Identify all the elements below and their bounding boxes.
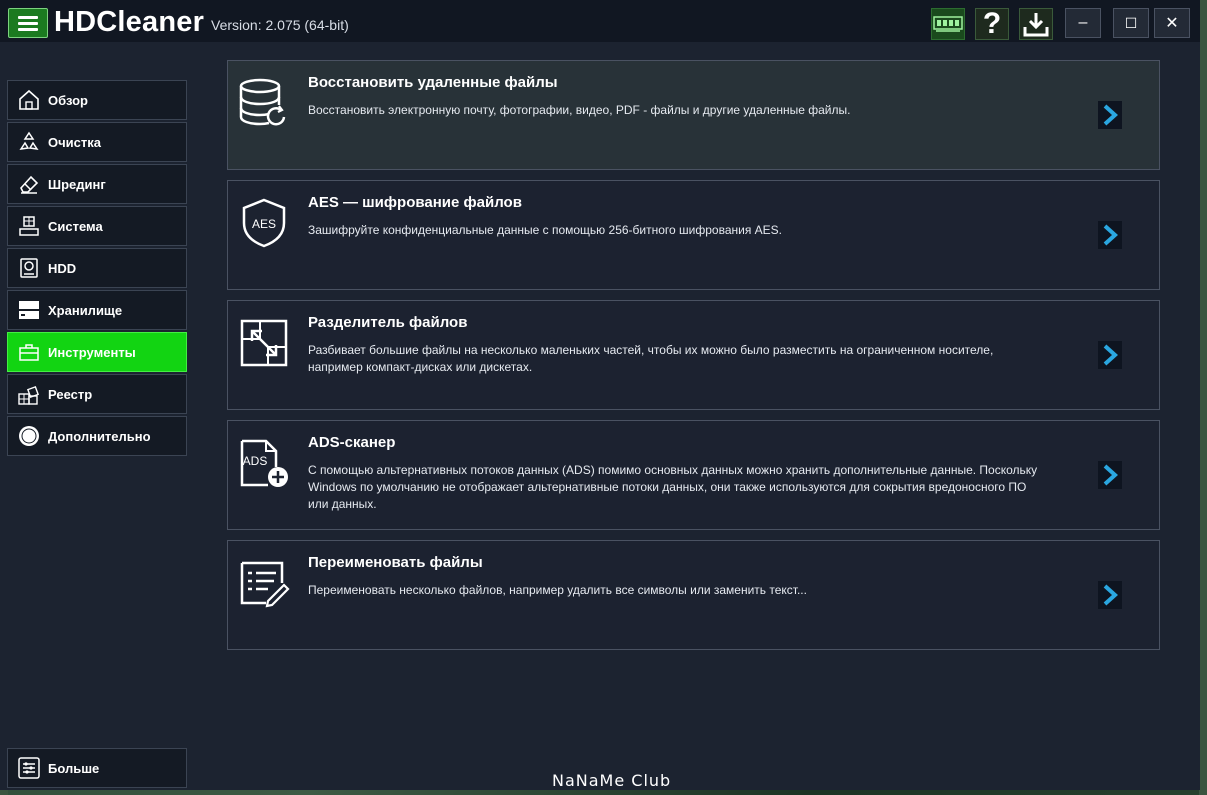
app-version: Version: 2.075 (64-bit) <box>211 17 349 33</box>
maximize-button[interactable]: ☐ <box>1113 8 1149 38</box>
sidebar-item-hdd[interactable]: HDD <box>7 248 187 288</box>
sidebar-item-label: Хранилище <box>48 302 123 318</box>
toolbox-icon <box>16 339 42 365</box>
sidebar-item-storage[interactable]: Хранилище <box>7 290 187 330</box>
card-title: AES — шифрование файлов <box>308 194 522 211</box>
tool-card-rename-files[interactable]: Переименовать файлы Переименовать нескол… <box>227 540 1160 650</box>
menu-line <box>18 15 38 19</box>
title-bar: HDCleaner Version: 2.075 (64-bit) ? – ☐ … <box>0 0 1200 42</box>
sidebar-item-label: Инструменты <box>48 344 136 360</box>
minimize-button[interactable]: – <box>1065 8 1101 38</box>
menu-line <box>18 27 38 31</box>
extra-icon <box>16 423 42 449</box>
chevron-right-icon[interactable] <box>1098 101 1122 129</box>
registry-icon <box>16 381 42 407</box>
sidebar-more-label: Больше <box>48 760 100 776</box>
sidebar-item-shredding[interactable]: Шрединг <box>7 164 187 204</box>
eraser-icon <box>16 171 42 197</box>
ram-icon-graphic <box>933 16 963 32</box>
sidebar: Обзор Очистка Шрединг Система HDD Хранил… <box>0 42 190 790</box>
desktop-background-right <box>1199 0 1207 795</box>
sidebar-item-label: Обзор <box>48 92 88 108</box>
download-icon[interactable] <box>1019 8 1053 40</box>
sidebar-item-label: Очистка <box>48 134 101 150</box>
recycle-icon <box>16 129 42 155</box>
sidebar-item-system[interactable]: Система <box>7 206 187 246</box>
card-description: Переименовать несколько файлов, например… <box>308 583 807 597</box>
ads-file-icon: ADS <box>238 437 290 489</box>
sidebar-item-extra[interactable]: Дополнительно <box>7 416 187 456</box>
card-description: Зашифруйте конфиденциальные данные с пом… <box>308 223 782 237</box>
sidebar-item-label: Шрединг <box>48 176 106 192</box>
card-title: ADS-сканер <box>308 434 396 451</box>
database-restore-icon <box>238 77 290 129</box>
storage-icon <box>16 297 42 323</box>
card-title: Восстановить удаленные файлы <box>308 74 558 91</box>
file-split-icon <box>238 317 290 369</box>
card-title: Разделитель файлов <box>308 314 468 331</box>
watermark: NaNaMe Club <box>552 771 672 790</box>
download-icon-graphic <box>1023 13 1049 37</box>
system-icon <box>16 213 42 239</box>
chevron-right-icon[interactable] <box>1098 581 1122 609</box>
sliders-icon <box>16 755 42 781</box>
app-title: HDCleaner <box>54 6 205 38</box>
tool-card-recover-files[interactable]: Восстановить удаленные файлы Восстановит… <box>227 60 1160 170</box>
close-button[interactable]: ✕ <box>1154 8 1190 38</box>
sidebar-item-label: Реестр <box>48 386 93 402</box>
ram-icon[interactable] <box>931 8 965 40</box>
hamburger-menu-button[interactable] <box>8 8 48 38</box>
tool-card-file-splitter[interactable]: Разделитель файлов Разбивает большие фай… <box>227 300 1160 410</box>
chevron-right-icon[interactable] <box>1098 461 1122 489</box>
sidebar-item-tools[interactable]: Инструменты <box>7 332 187 372</box>
aes-shield-icon: AES <box>238 197 290 249</box>
card-description: С помощью альтернативных потоков данных … <box>308 463 1038 511</box>
chevron-right-icon[interactable] <box>1098 221 1122 249</box>
card-description: Восстановить электронную почту, фотограф… <box>308 103 851 117</box>
ads-badge-text: ADS <box>243 454 268 468</box>
aes-badge-text: AES <box>252 217 276 231</box>
sidebar-item-registry[interactable]: Реестр <box>7 374 187 414</box>
hdd-icon <box>16 255 42 281</box>
menu-line <box>18 21 38 25</box>
home-icon <box>16 87 42 113</box>
card-description: Разбивает большие файлы на несколько мал… <box>308 343 994 374</box>
sidebar-item-label: HDD <box>48 260 77 276</box>
sidebar-more-button[interactable]: Больше <box>7 748 187 788</box>
sidebar-item-label: Дополнительно <box>48 428 151 444</box>
app-window: HDCleaner Version: 2.075 (64-bit) ? – ☐ … <box>0 0 1200 790</box>
tool-card-ads-scanner[interactable]: ADS ADS-сканер С помощью альтернативных … <box>227 420 1160 530</box>
sidebar-item-overview[interactable]: Обзор <box>7 80 187 120</box>
chevron-right-icon[interactable] <box>1098 341 1122 369</box>
sidebar-item-cleaning[interactable]: Очистка <box>7 122 187 162</box>
tool-card-aes-encryption[interactable]: AES AES — шифрование файлов Зашифруйте к… <box>227 180 1160 290</box>
help-icon[interactable]: ? <box>975 7 1009 40</box>
rename-list-icon <box>238 557 290 609</box>
sidebar-item-label: Система <box>48 218 103 234</box>
card-title: Переименовать файлы <box>308 554 483 571</box>
